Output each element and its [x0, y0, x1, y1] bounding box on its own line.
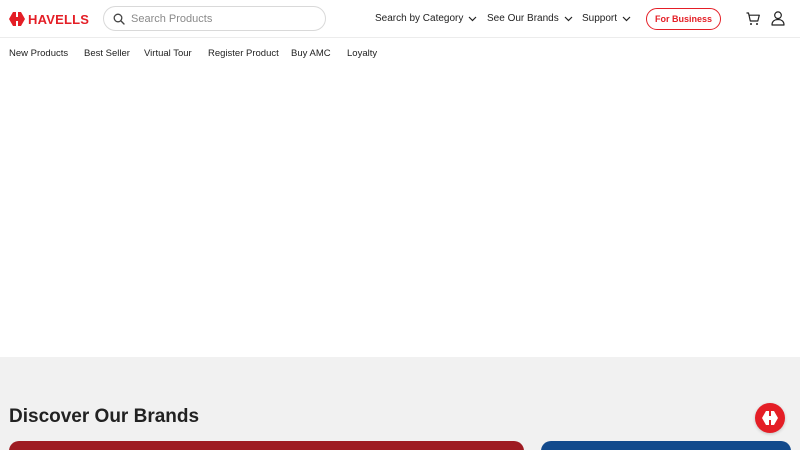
- brand-card[interactable]: [541, 441, 791, 450]
- chevron-down-icon: [468, 16, 477, 21]
- dropdown-label: See Our Brands: [487, 13, 559, 24]
- chevron-down-icon: [622, 16, 631, 21]
- top-header: HAVELLS Search by Category See Our Brand…: [0, 0, 800, 38]
- see-our-brands-dropdown[interactable]: See Our Brands: [487, 13, 573, 24]
- user-icon[interactable]: [771, 11, 785, 26]
- chat-button[interactable]: [755, 403, 785, 433]
- search-icon: [113, 13, 125, 25]
- search-input[interactable]: [131, 12, 311, 25]
- secondary-nav: New Products Best Seller Virtual Tour Re…: [0, 38, 800, 69]
- subnav-buy-amc[interactable]: Buy AMC: [291, 48, 331, 59]
- chevron-down-icon: [564, 16, 573, 21]
- subnav-virtual-tour[interactable]: Virtual Tour: [144, 48, 192, 59]
- havells-logo-icon: [9, 12, 25, 26]
- logo-text: HAVELLS: [28, 11, 90, 27]
- subnav-best-seller[interactable]: Best Seller: [84, 48, 130, 59]
- search-by-category-dropdown[interactable]: Search by Category: [375, 13, 477, 24]
- search-box[interactable]: [103, 6, 326, 31]
- section-title: Discover Our Brands: [9, 406, 200, 427]
- havells-chat-icon: [762, 411, 778, 425]
- subnav-loyalty[interactable]: Loyalty: [347, 48, 377, 59]
- dropdown-label: Search by Category: [375, 13, 464, 24]
- for-business-button[interactable]: For Business: [646, 8, 721, 30]
- discover-brands-section: Discover Our Brands: [0, 357, 800, 450]
- support-dropdown[interactable]: Support: [582, 13, 631, 24]
- cart-icon[interactable]: [746, 12, 760, 26]
- subnav-register-product[interactable]: Register Product: [208, 48, 279, 59]
- havells-logo[interactable]: HAVELLS: [9, 11, 89, 27]
- subnav-new-products[interactable]: New Products: [9, 48, 68, 59]
- brand-card[interactable]: [9, 441, 524, 450]
- hero-banner-area: [0, 69, 800, 357]
- dropdown-label: Support: [582, 13, 618, 24]
